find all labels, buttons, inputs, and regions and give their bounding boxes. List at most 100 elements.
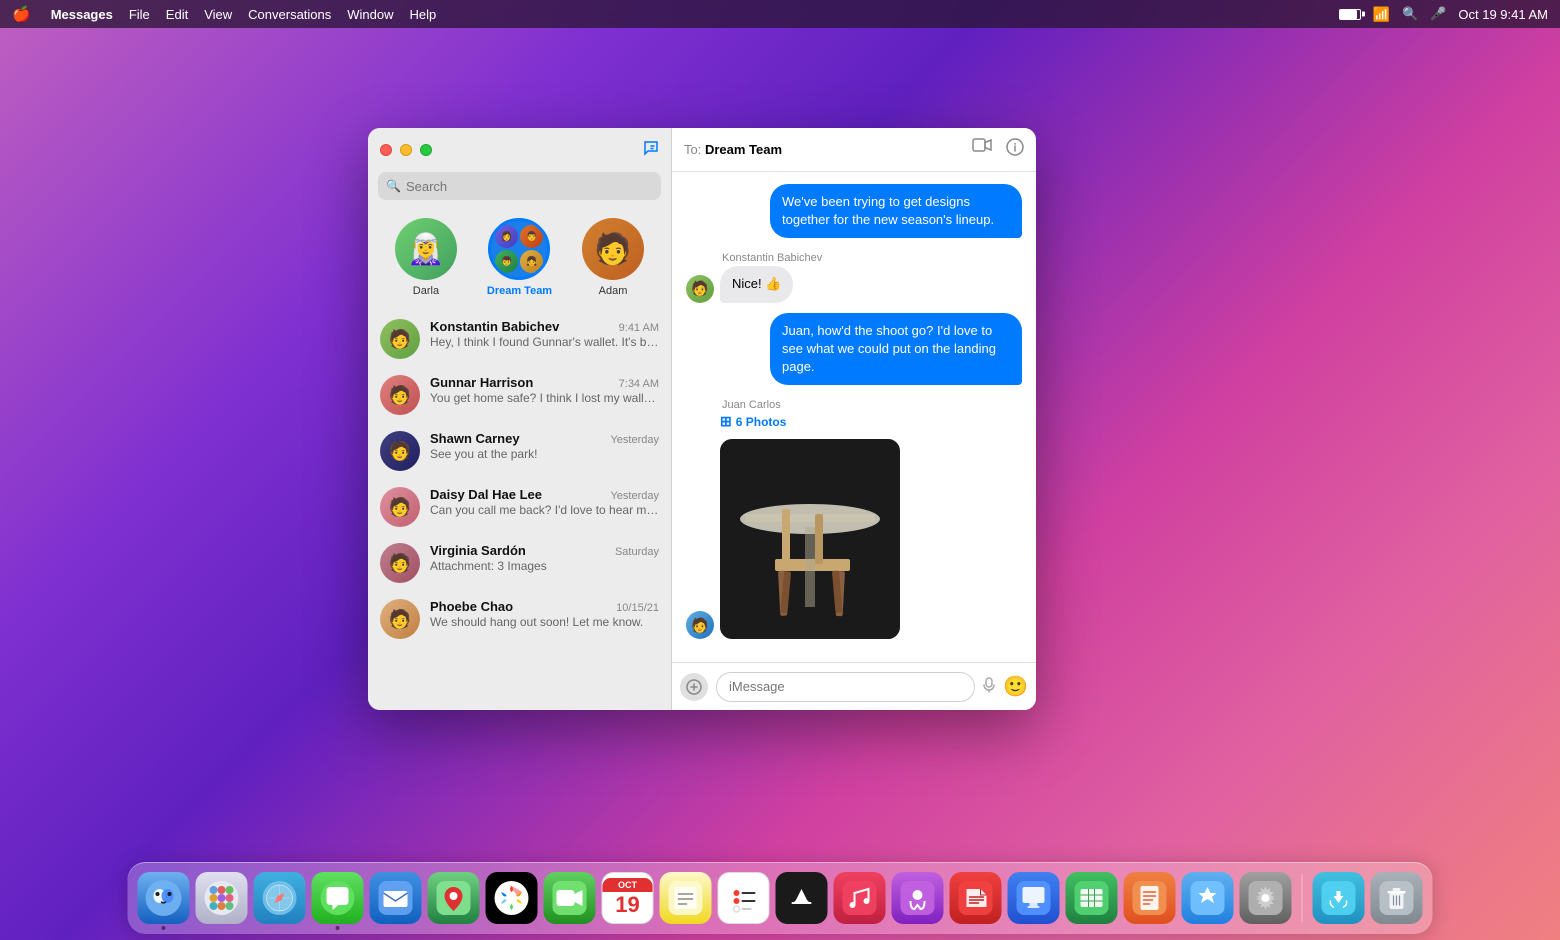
window-close-button[interactable]: [380, 144, 392, 156]
dock-airdrop[interactable]: [1313, 872, 1365, 924]
menubar-help[interactable]: Help: [410, 7, 437, 22]
dock-numbers[interactable]: [1066, 872, 1118, 924]
dock-photos[interactable]: [486, 872, 538, 924]
chat-preview: See you at the park!: [430, 447, 659, 461]
window-maximize-button[interactable]: [420, 144, 432, 156]
calendar-date: 19: [615, 892, 639, 918]
dock-safari[interactable]: [254, 872, 306, 924]
sender-name-juan: Juan Carlos: [722, 399, 1022, 411]
chat-time: 9:41 AM: [619, 322, 659, 334]
msg-row-received-1: 🧑 Nice! 👍: [686, 266, 1022, 302]
chat-name: Konstantin Babichev: [430, 319, 559, 334]
menubar-app-name[interactable]: Messages: [51, 7, 113, 22]
chat-item-virginia[interactable]: 🧑 Virginia Sardón Saturday Attachment: 3…: [368, 535, 671, 591]
dock-notes[interactable]: [660, 872, 712, 924]
dock-finder[interactable]: [138, 872, 190, 924]
chat-time: Yesterday: [610, 490, 659, 502]
konstantin-avatar-msg: 🧑: [686, 275, 714, 303]
emoji-button[interactable]: 🙂: [1003, 674, 1028, 699]
dock-mail[interactable]: [370, 872, 422, 924]
apps-button[interactable]: [680, 673, 708, 701]
dock-music[interactable]: [834, 872, 886, 924]
menubar-window[interactable]: Window: [347, 7, 393, 22]
sidebar: 🔍 🧝‍♀️ Darla 👩 👨 👦 👧 Dream Team: [368, 128, 672, 710]
dock-trash[interactable]: [1371, 872, 1423, 924]
group-avatar-4: 👧: [520, 250, 543, 273]
menubar-edit[interactable]: Edit: [166, 7, 188, 22]
dock-messages[interactable]: [312, 872, 364, 924]
darla-name: Darla: [413, 285, 439, 297]
chat-preview: Can you call me back? I'd love to hear m…: [430, 503, 659, 517]
chat-panel: To: Dream Team: [672, 128, 1036, 710]
dock-maps[interactable]: [428, 872, 480, 924]
chat-header-icons: [972, 138, 1024, 161]
photos-label: ⊞ 6 Photos: [720, 413, 900, 430]
group-name-header: Dream Team: [705, 142, 782, 157]
chat-input-area: 🙂: [672, 662, 1036, 710]
chat-header: To: Dream Team: [672, 128, 1036, 172]
shawn-avatar: 🧑: [380, 431, 420, 471]
window-minimize-button[interactable]: [400, 144, 412, 156]
photo-attachment[interactable]: [720, 439, 900, 639]
search-bar[interactable]: 🔍: [378, 172, 661, 200]
chat-item-gunnar[interactable]: 🧑 Gunnar Harrison 7:34 AM You get home s…: [368, 367, 671, 423]
chat-messages: We've been trying to get designs togethe…: [672, 172, 1036, 662]
menubar: 🍎 Messages File Edit View Conversations …: [0, 0, 1560, 28]
dock-keynote[interactable]: [1008, 872, 1060, 924]
apple-menu[interactable]: 🍎: [12, 5, 31, 23]
mic-icon[interactable]: [983, 677, 995, 696]
pinned-section: 🧝‍♀️ Darla 👩 👨 👦 👧 Dream Team 🧑: [368, 210, 671, 311]
photos-grid-icon: ⊞: [720, 413, 732, 430]
msg-row-sent-1: We've been trying to get designs togethe…: [686, 184, 1022, 238]
finder-dot: [162, 926, 166, 930]
chat-list: 🧑 Konstantin Babichev 9:41 AM Hey, I thi…: [368, 311, 671, 710]
battery-icon: [1339, 9, 1361, 20]
chat-time: 7:34 AM: [619, 378, 659, 390]
search-menubar-icon[interactable]: 🔍: [1402, 6, 1418, 22]
dock-appstore[interactable]: [1182, 872, 1234, 924]
dock-reminders[interactable]: [718, 872, 770, 924]
phoebe-avatar: 🧑: [380, 599, 420, 639]
dock-settings[interactable]: [1240, 872, 1292, 924]
chat-item-shawn[interactable]: 🧑 Shawn Carney Yesterday See you at the …: [368, 423, 671, 479]
msg-row-sent-2: Juan, how'd the shoot go? I'd love to se…: [686, 313, 1022, 386]
message-input[interactable]: [716, 672, 975, 702]
sidebar-titlebar: [368, 128, 671, 172]
msg-bubble-sent-2: Juan, how'd the shoot go? I'd love to se…: [770, 313, 1022, 386]
dock: OCT 19: [128, 862, 1433, 934]
menubar-conversations[interactable]: Conversations: [248, 7, 331, 22]
chat-item-phoebe[interactable]: 🧑 Phoebe Chao 10/15/21 We should hang ou…: [368, 591, 671, 647]
chat-preview: We should hang out soon! Let me know.: [430, 615, 659, 629]
dock-news[interactable]: [950, 872, 1002, 924]
chat-item-daisy[interactable]: 🧑 Daisy Dal Hae Lee Yesterday Can you ca…: [368, 479, 671, 535]
pinned-darla[interactable]: 🧝‍♀️ Darla: [395, 218, 457, 297]
to-label: To:: [684, 142, 701, 157]
dock-facetime[interactable]: [544, 872, 596, 924]
chat-time: Saturday: [615, 546, 659, 558]
adam-name: Adam: [599, 285, 628, 297]
sender-name-konstantin: Konstantin Babichev: [722, 252, 1022, 264]
dock-pages[interactable]: [1124, 872, 1176, 924]
adam-avatar: 🧑: [582, 218, 644, 280]
dock-calendar[interactable]: OCT 19: [602, 872, 654, 924]
dock-podcasts[interactable]: [892, 872, 944, 924]
dock-appletv[interactable]: [776, 872, 828, 924]
pinned-adam[interactable]: 🧑 Adam: [582, 218, 644, 297]
menubar-view[interactable]: View: [204, 7, 232, 22]
gunnar-avatar: 🧑: [380, 375, 420, 415]
compose-button[interactable]: [643, 140, 659, 161]
pinned-dream-team[interactable]: 👩 👨 👦 👧 Dream Team: [487, 218, 552, 297]
messages-window: 🔍 🧝‍♀️ Darla 👩 👨 👦 👧 Dream Team: [368, 128, 1036, 710]
video-call-icon[interactable]: [972, 138, 992, 161]
menubar-file[interactable]: File: [129, 7, 150, 22]
msg-row-received-2: 🧑 ⊞ 6 Photos: [686, 413, 1022, 639]
info-icon[interactable]: [1006, 138, 1024, 161]
chat-item-body: Konstantin Babichev 9:41 AM Hey, I think…: [430, 319, 659, 349]
juan-avatar-msg: 🧑: [686, 611, 714, 639]
wifi-icon: 📶: [1373, 6, 1390, 23]
dock-launchpad[interactable]: [196, 872, 248, 924]
search-input[interactable]: [406, 179, 653, 194]
siri-icon[interactable]: 🎤: [1430, 6, 1446, 22]
chat-item-konstantin[interactable]: 🧑 Konstantin Babichev 9:41 AM Hey, I thi…: [368, 311, 671, 367]
chat-name: Daisy Dal Hae Lee: [430, 487, 542, 502]
